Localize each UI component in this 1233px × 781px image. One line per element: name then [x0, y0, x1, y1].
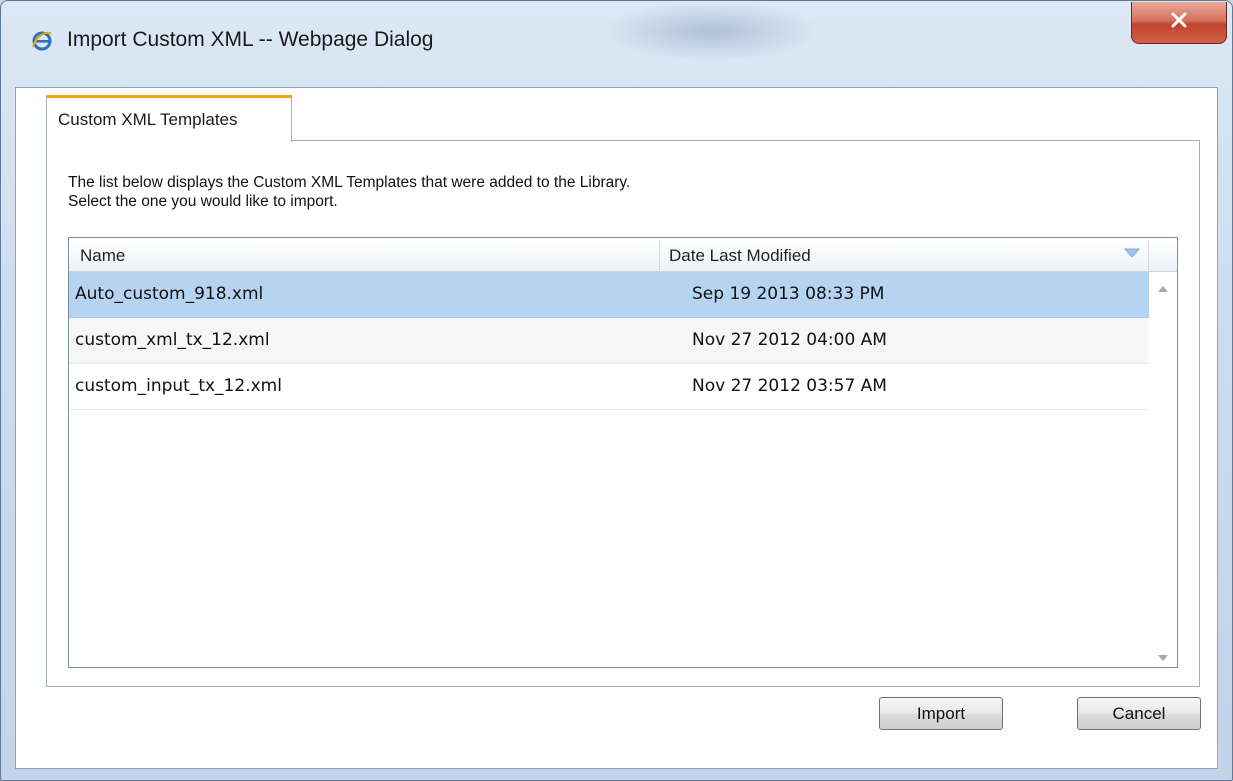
cell-date: Nov 27 2012 04:00 AM [692, 330, 887, 350]
import-button[interactable]: Import [879, 697, 1003, 730]
scroll-down-icon[interactable] [1157, 649, 1169, 661]
cancel-button[interactable]: Cancel [1077, 697, 1201, 730]
ie-icon [31, 29, 53, 51]
vertical-scrollbar[interactable] [1149, 272, 1177, 667]
grid-header: Name Date Last Modified [69, 238, 1177, 272]
templates-grid: Name Date Last Modified Auto_custom_918.… [68, 237, 1178, 668]
grid-rows: Auto_custom_918.xml Sep 19 2013 08:33 PM… [69, 272, 1149, 410]
column-divider [1148, 240, 1149, 270]
cell-date: Nov 27 2012 03:57 AM [692, 376, 887, 396]
table-row[interactable]: custom_xml_tx_12.xml Nov 27 2012 04:00 A… [69, 318, 1149, 364]
table-row[interactable]: Auto_custom_918.xml Sep 19 2013 08:33 PM [69, 272, 1149, 318]
sort-descending-icon[interactable] [1123, 246, 1141, 258]
description-line-1: The list below displays the Custom XML T… [68, 174, 631, 191]
cell-date: Sep 19 2013 08:33 PM [692, 284, 885, 304]
column-header-name[interactable]: Name [80, 246, 125, 266]
cell-name: custom_input_tx_12.xml [75, 376, 282, 396]
cell-name: custom_xml_tx_12.xml [75, 330, 270, 350]
column-divider[interactable] [659, 240, 660, 270]
tab-panel: The list below displays the Custom XML T… [46, 140, 1200, 687]
dialog-content: Custom XML Templates The list below disp… [15, 87, 1218, 769]
cell-name: Auto_custom_918.xml [75, 284, 264, 304]
scroll-up-icon[interactable] [1157, 280, 1169, 292]
tab-custom-xml-templates[interactable]: Custom XML Templates [46, 95, 292, 142]
close-icon [1170, 12, 1188, 33]
description-line-2: Select the one you would like to import. [68, 193, 338, 210]
dialog-window: Import Custom XML -- Webpage Dialog Cust… [0, 0, 1233, 781]
tab-label: Custom XML Templates [58, 110, 238, 129]
table-row[interactable]: custom_input_tx_12.xml Nov 27 2012 03:57… [69, 364, 1149, 410]
description-text: The list below displays the Custom XML T… [68, 173, 630, 211]
column-header-date[interactable]: Date Last Modified [669, 246, 811, 266]
title-bar[interactable]: Import Custom XML -- Webpage Dialog [1, 1, 1232, 87]
close-button[interactable] [1131, 2, 1227, 44]
window-title: Import Custom XML -- Webpage Dialog [67, 28, 434, 51]
